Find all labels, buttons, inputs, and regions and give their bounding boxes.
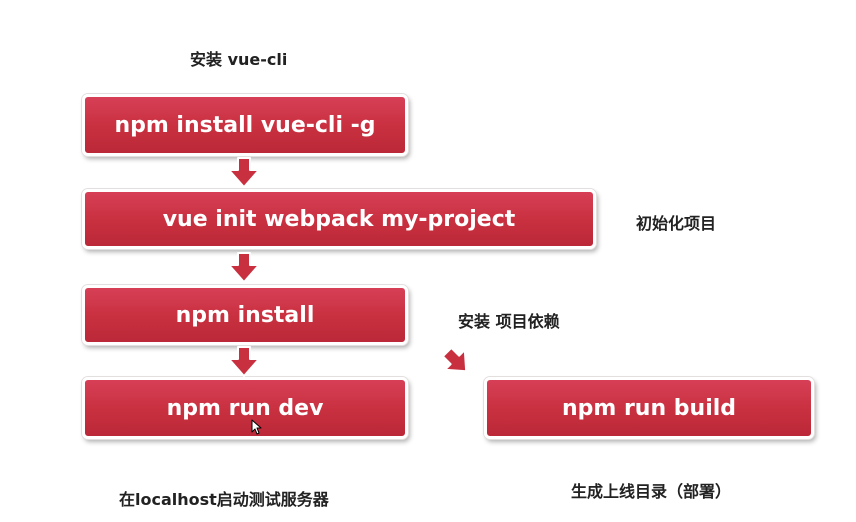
label-run-build: 生成上线目录（部署） [571,482,732,501]
label-install-vue-cli: 安装 vue-cli [190,50,288,69]
node-install-vue-cli: npm install vue-cli -g [82,94,408,156]
arrow-down-2 [228,252,260,283]
mouse-cursor-icon [251,419,262,435]
label-run-dev: 在localhost启动测试服务器 [119,490,329,509]
label-install-deps: 安装 项目依赖 [458,312,560,331]
node-run-dev: npm run dev [82,377,408,439]
node-init-project: vue init webpack my-project [82,189,596,249]
arrow-down-3 [228,346,260,377]
node-run-build: npm run build [484,377,814,439]
arrow-diagonal [441,346,468,373]
arrow-down-1 [228,157,260,188]
node-install-deps: npm install [82,285,408,345]
label-init-project: 初始化项目 [636,214,717,233]
